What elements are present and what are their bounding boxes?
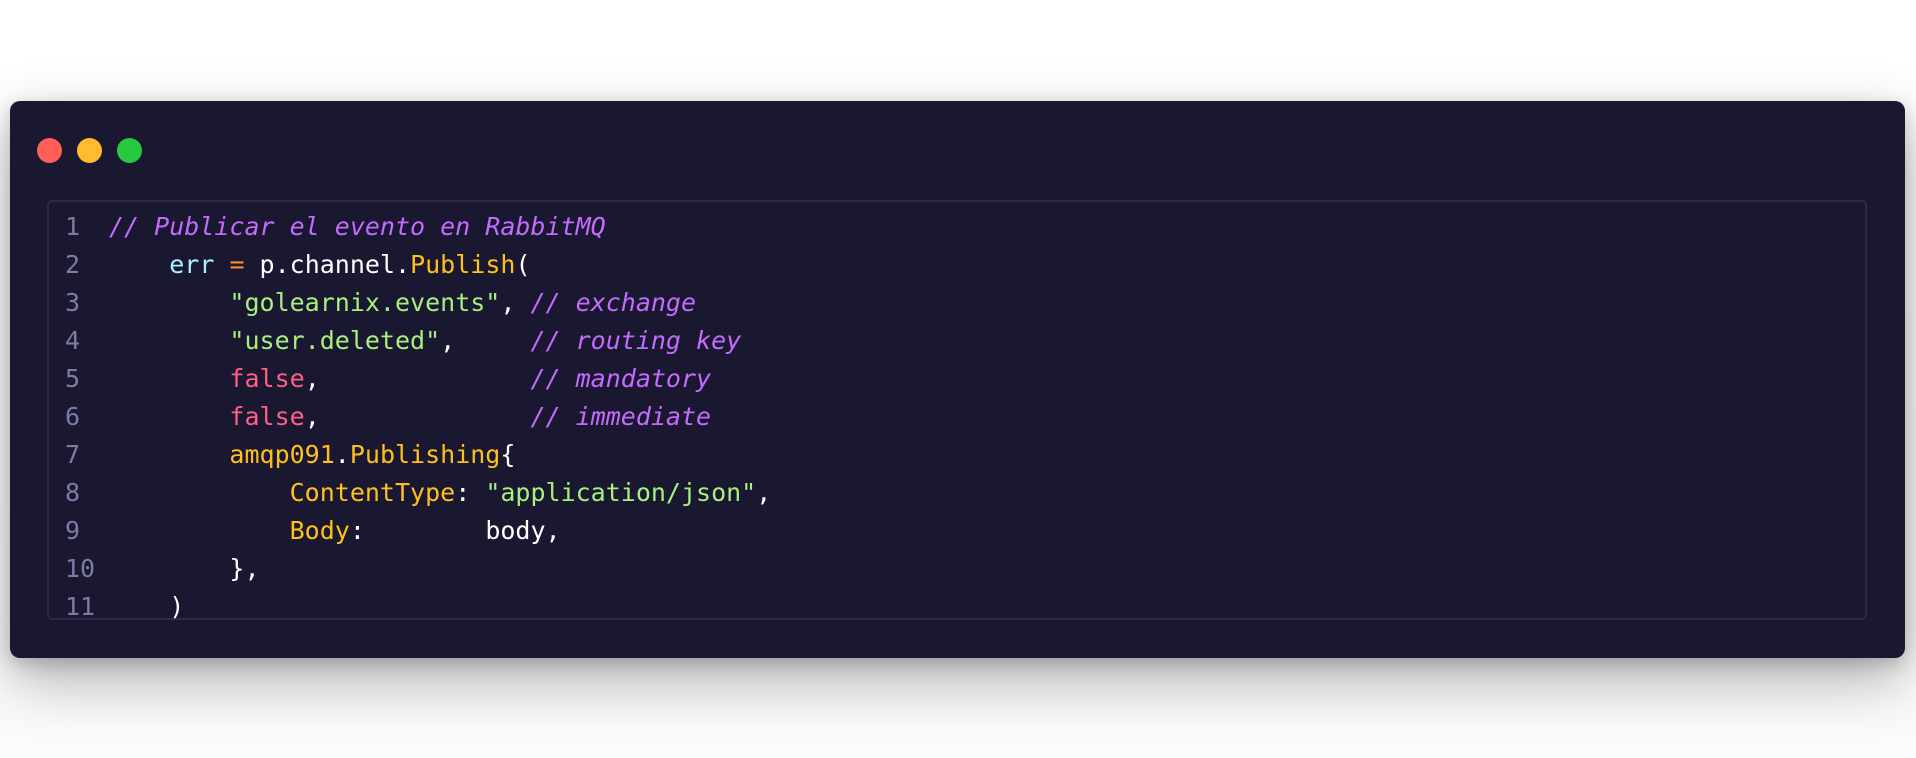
code-token-comment: // exchange bbox=[530, 288, 697, 317]
code-token-punct: , bbox=[304, 402, 531, 431]
code-token-comment: // routing key bbox=[530, 326, 742, 355]
code-line: 10 }, bbox=[49, 550, 771, 588]
code-text: err = p.channel.Publish( bbox=[109, 246, 531, 284]
code-editor[interactable]: 1 // Publicar el evento en RabbitMQ 2 err … bbox=[47, 200, 1867, 621]
code-token-punct: , bbox=[304, 364, 531, 393]
line-number: 10 bbox=[65, 554, 96, 583]
line-number: 2 bbox=[65, 250, 81, 279]
stage: 1 // Publicar el evento en RabbitMQ 2 err … bbox=[0, 0, 1916, 758]
code-line: 6 false, // immediate bbox=[49, 398, 771, 436]
code-token-var: err bbox=[169, 250, 215, 279]
code-token-punct: { bbox=[500, 440, 516, 469]
code-text: false, // immediate bbox=[109, 398, 711, 436]
code-token-field: Body bbox=[289, 516, 350, 545]
code-line: 11 ) bbox=[49, 588, 771, 626]
code-token-punct: , bbox=[756, 478, 772, 507]
code-token-punct: , bbox=[440, 326, 531, 355]
close-dot-icon[interactable] bbox=[37, 138, 62, 163]
maximize-dot-icon[interactable] bbox=[117, 138, 142, 163]
line-number: 6 bbox=[65, 402, 81, 431]
code-token-bool: false bbox=[229, 364, 305, 393]
code-text: // Publicar el evento en RabbitMQ bbox=[109, 208, 606, 246]
code-text: amqp091.Publishing{ bbox=[109, 436, 515, 474]
code-lines: 1 // Publicar el evento en RabbitMQ 2 err … bbox=[49, 208, 771, 626]
code-token-str: "user.deleted" bbox=[229, 326, 441, 355]
line-number: 3 bbox=[65, 288, 81, 317]
code-line: 5 false, // mandatory bbox=[49, 360, 771, 398]
code-token-punct: : bbox=[349, 516, 486, 545]
line-number: 8 bbox=[65, 478, 81, 507]
minimize-dot-icon[interactable] bbox=[77, 138, 102, 163]
code-line: 3 "golearnix.events", // exchange bbox=[49, 284, 771, 322]
code-line: 2 err = p.channel.Publish( bbox=[49, 246, 771, 284]
code-token-punct: : bbox=[455, 478, 486, 507]
code-text: "user.deleted", // routing key bbox=[109, 322, 741, 360]
code-token-str: "application/json" bbox=[485, 478, 757, 507]
code-line: 1 // Publicar el evento en RabbitMQ bbox=[49, 208, 771, 246]
code-token-comment: // immediate bbox=[530, 402, 712, 431]
code-text: }, bbox=[109, 550, 260, 588]
code-token-comment: // Publicar el evento en RabbitMQ bbox=[109, 212, 606, 241]
code-token-punct: ) bbox=[169, 592, 185, 621]
code-token-func: amqp091 bbox=[229, 440, 335, 469]
code-line: 9 Body: body, bbox=[49, 512, 771, 550]
line-number: 9 bbox=[65, 516, 81, 545]
code-token-comment: // mandatory bbox=[530, 364, 712, 393]
code-token-op: = bbox=[229, 250, 245, 279]
window-controls bbox=[37, 138, 142, 163]
code-token-str: "golearnix.events" bbox=[229, 288, 501, 317]
line-number: 7 bbox=[65, 440, 81, 469]
code-line: 8 ContentType: "application/json", bbox=[49, 474, 771, 512]
code-token-func: Publish bbox=[410, 250, 516, 279]
line-number: 11 bbox=[65, 592, 96, 621]
line-number: 1 bbox=[65, 212, 81, 241]
code-text: "golearnix.events", // exchange bbox=[109, 284, 696, 322]
code-text: Body: body, bbox=[109, 512, 561, 550]
code-line: 7 amqp091.Publishing{ bbox=[49, 436, 771, 474]
code-text: false, // mandatory bbox=[109, 360, 711, 398]
code-token-field: ContentType bbox=[289, 478, 456, 507]
code-token-plain: body, bbox=[485, 516, 561, 545]
code-line: 4 "user.deleted", // routing key bbox=[49, 322, 771, 360]
code-token-punct: ( bbox=[515, 250, 531, 279]
code-text: ) bbox=[109, 588, 184, 626]
code-token-plain: p.channel. bbox=[244, 250, 411, 279]
code-token-punct: . bbox=[334, 440, 350, 469]
code-token-bool: false bbox=[229, 402, 305, 431]
code-token-punct: }, bbox=[229, 554, 260, 583]
line-number: 5 bbox=[65, 364, 81, 393]
line-number: 4 bbox=[65, 326, 81, 355]
code-text: ContentType: "application/json", bbox=[109, 474, 772, 512]
code-token-func: Publishing bbox=[349, 440, 501, 469]
code-token-punct: , bbox=[500, 288, 531, 317]
